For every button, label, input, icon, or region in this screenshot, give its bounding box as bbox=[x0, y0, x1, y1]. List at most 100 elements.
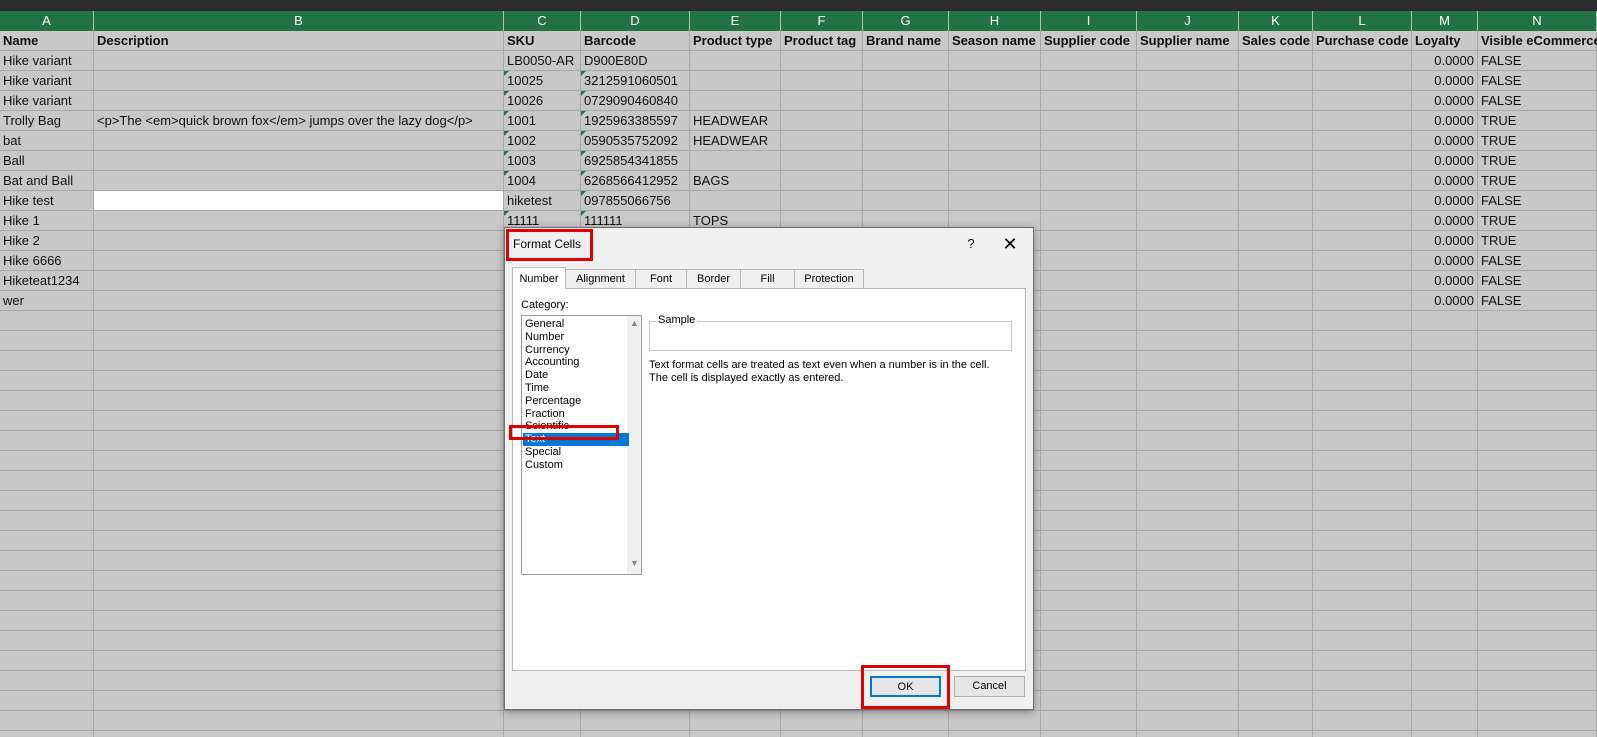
category-item-time[interactable]: Time bbox=[525, 382, 549, 395]
cell[interactable]: HEADWEAR bbox=[690, 111, 781, 131]
cell[interactable] bbox=[1041, 471, 1137, 491]
cell[interactable] bbox=[1041, 251, 1137, 271]
help-button[interactable]: ? bbox=[959, 232, 983, 256]
cell[interactable] bbox=[1041, 51, 1137, 71]
cell[interactable] bbox=[0, 671, 94, 691]
column-header-d[interactable]: D bbox=[581, 11, 690, 31]
cell[interactable]: 0.0000 bbox=[1412, 291, 1478, 311]
cell[interactable] bbox=[0, 611, 94, 631]
cell[interactable]: Hike variant bbox=[0, 51, 94, 71]
cell[interactable] bbox=[863, 71, 949, 91]
cell[interactable] bbox=[94, 571, 504, 591]
cell[interactable] bbox=[94, 531, 504, 551]
cell[interactable] bbox=[1478, 311, 1597, 331]
cell[interactable] bbox=[1412, 471, 1478, 491]
cell[interactable] bbox=[1412, 691, 1478, 711]
cell[interactable]: Trolly Bag bbox=[0, 111, 94, 131]
chevron-up-icon[interactable]: ▲ bbox=[630, 318, 639, 328]
category-item-general[interactable]: General bbox=[525, 318, 564, 331]
cell[interactable] bbox=[0, 451, 94, 471]
cell[interactable] bbox=[1041, 291, 1137, 311]
cell[interactable] bbox=[0, 411, 94, 431]
cell[interactable] bbox=[94, 51, 504, 71]
cell[interactable] bbox=[863, 731, 949, 737]
cell[interactable]: TRUE bbox=[1478, 111, 1597, 131]
cell[interactable] bbox=[94, 511, 504, 531]
cell[interactable] bbox=[690, 51, 781, 71]
column-header-h[interactable]: H bbox=[949, 11, 1041, 31]
cell[interactable] bbox=[1041, 671, 1137, 691]
column-title[interactable]: Purchase code bbox=[1313, 31, 1412, 51]
tab-font[interactable]: Font bbox=[635, 269, 687, 288]
cell[interactable] bbox=[781, 91, 863, 111]
column-header-e[interactable]: E bbox=[690, 11, 781, 31]
cell[interactable] bbox=[781, 731, 863, 737]
cell[interactable] bbox=[1137, 371, 1239, 391]
cell[interactable] bbox=[1239, 311, 1313, 331]
cell[interactable] bbox=[1313, 231, 1412, 251]
cell[interactable] bbox=[1041, 371, 1137, 391]
cell[interactable] bbox=[1137, 311, 1239, 331]
cell[interactable]: 0.0000 bbox=[1412, 251, 1478, 271]
category-item-fraction[interactable]: Fraction bbox=[525, 408, 565, 421]
category-item-custom[interactable]: Custom bbox=[525, 459, 563, 472]
category-item-number[interactable]: Number bbox=[525, 331, 564, 344]
cell[interactable] bbox=[1239, 731, 1313, 737]
cell[interactable] bbox=[1478, 411, 1597, 431]
cell[interactable] bbox=[1412, 631, 1478, 651]
cell[interactable] bbox=[781, 71, 863, 91]
cell[interactable] bbox=[1041, 191, 1137, 211]
cell[interactable] bbox=[949, 151, 1041, 171]
cell[interactable]: Hike 6666 bbox=[0, 251, 94, 271]
cell[interactable] bbox=[1313, 351, 1412, 371]
cell[interactable] bbox=[1313, 451, 1412, 471]
cell[interactable] bbox=[1041, 651, 1137, 671]
cell[interactable] bbox=[1239, 451, 1313, 471]
cell[interactable]: Hike test bbox=[0, 191, 94, 211]
cell[interactable]: 0.0000 bbox=[1412, 51, 1478, 71]
cell[interactable] bbox=[1239, 351, 1313, 371]
cell[interactable] bbox=[949, 711, 1041, 731]
cell[interactable]: 0.0000 bbox=[1412, 91, 1478, 111]
cell[interactable] bbox=[1239, 611, 1313, 631]
cell[interactable] bbox=[1137, 611, 1239, 631]
cell[interactable]: 1004 bbox=[504, 171, 581, 191]
cell[interactable] bbox=[94, 191, 504, 211]
cell[interactable]: 1003 bbox=[504, 151, 581, 171]
column-title[interactable]: Sales code bbox=[1239, 31, 1313, 51]
cell[interactable] bbox=[690, 711, 781, 731]
cell[interactable] bbox=[1412, 491, 1478, 511]
cell[interactable]: 0.0000 bbox=[1412, 111, 1478, 131]
cell[interactable] bbox=[1412, 731, 1478, 737]
cell[interactable] bbox=[863, 111, 949, 131]
cell[interactable] bbox=[1239, 231, 1313, 251]
cell[interactable] bbox=[863, 131, 949, 151]
cell[interactable] bbox=[1313, 571, 1412, 591]
cell[interactable] bbox=[1239, 131, 1313, 151]
cell[interactable] bbox=[1137, 651, 1239, 671]
category-scrollbar[interactable]: ▲ ▼ bbox=[627, 316, 641, 574]
cell[interactable] bbox=[1137, 571, 1239, 591]
column-title[interactable]: Visible eCommerce bbox=[1478, 31, 1597, 51]
cell[interactable] bbox=[781, 51, 863, 71]
cell[interactable] bbox=[94, 731, 504, 737]
cell[interactable] bbox=[94, 591, 504, 611]
cell[interactable]: 097855066756 bbox=[581, 191, 690, 211]
category-item-date[interactable]: Date bbox=[525, 369, 548, 382]
cell[interactable] bbox=[1313, 551, 1412, 571]
cell[interactable] bbox=[1313, 391, 1412, 411]
cell[interactable]: 10025 bbox=[504, 71, 581, 91]
cell[interactable] bbox=[1137, 231, 1239, 251]
cell[interactable] bbox=[94, 251, 504, 271]
cell[interactable] bbox=[949, 171, 1041, 191]
cell[interactable] bbox=[1041, 211, 1137, 231]
cell[interactable] bbox=[1041, 111, 1137, 131]
cell[interactable] bbox=[0, 471, 94, 491]
cell[interactable] bbox=[1137, 591, 1239, 611]
cell[interactable] bbox=[1239, 671, 1313, 691]
cell[interactable] bbox=[1239, 551, 1313, 571]
tab-fill[interactable]: Fill bbox=[740, 269, 795, 288]
cell[interactable] bbox=[1478, 631, 1597, 651]
cell[interactable] bbox=[1137, 431, 1239, 451]
tab-alignment[interactable]: Alignment bbox=[565, 269, 636, 288]
